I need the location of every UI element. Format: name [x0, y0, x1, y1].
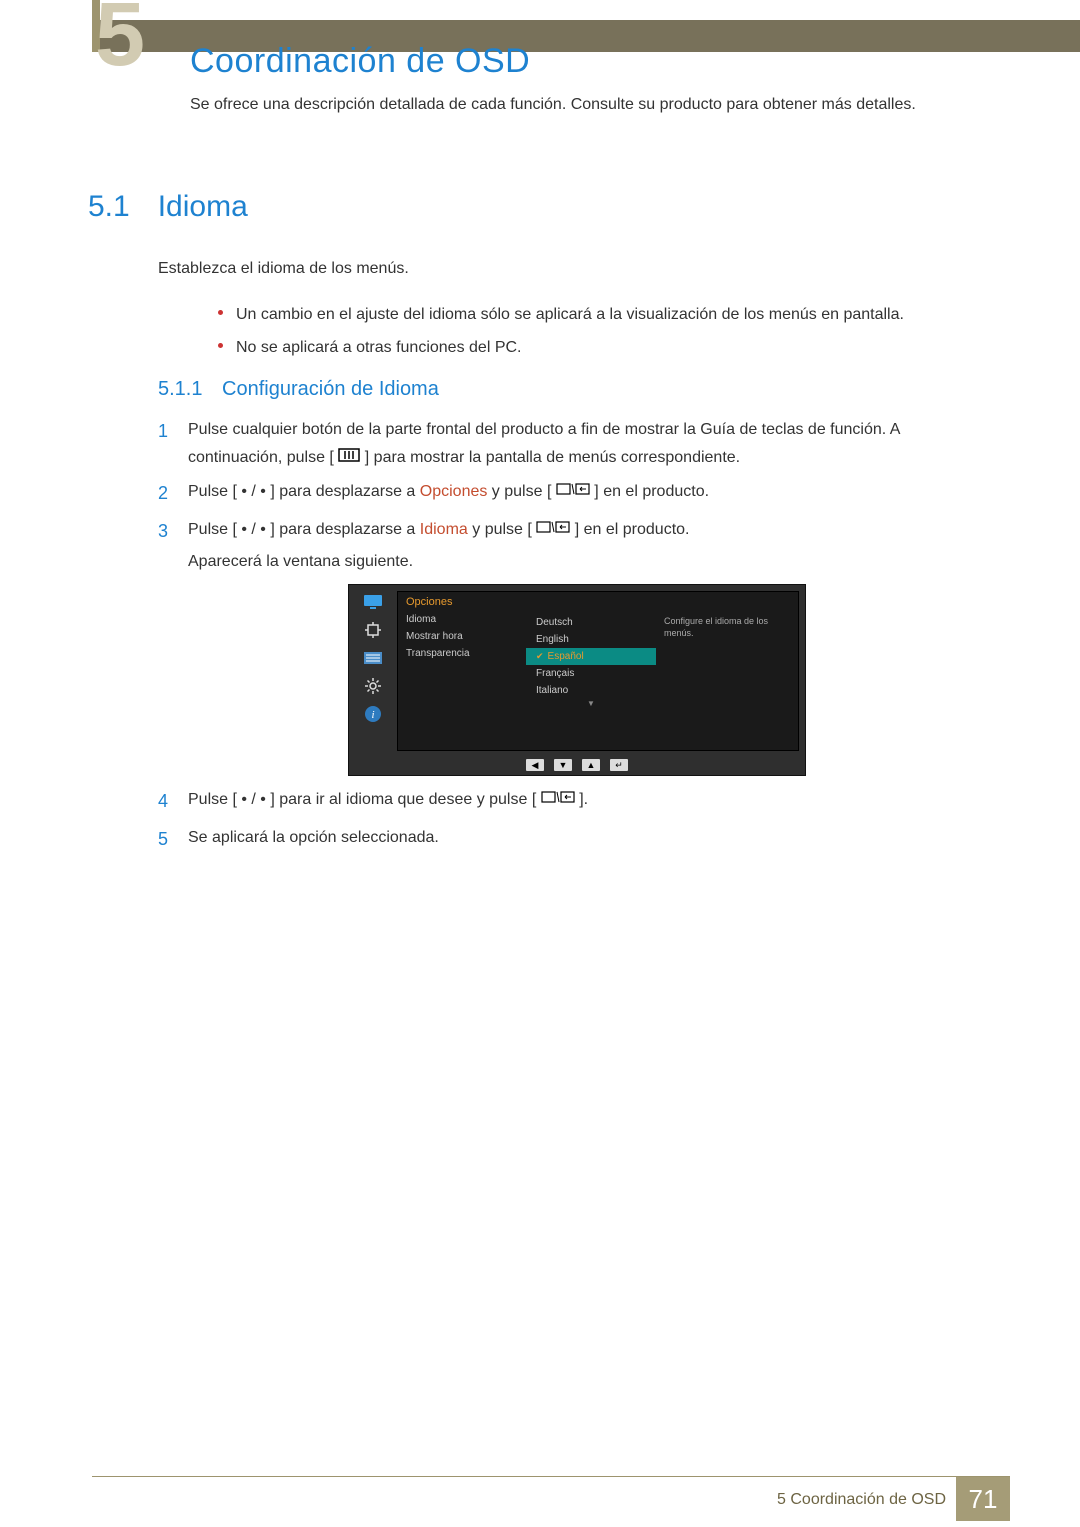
enter-arrow-icon: ↵ [610, 759, 628, 771]
footer-label: 5 Coordinación de OSD [777, 1491, 946, 1509]
osd-preview: i Opciones Idioma Mostrar hora Transpare… [348, 584, 806, 776]
step-3: 3 Pulse [ • / • ] para desplazarse a Idi… [158, 516, 980, 576]
footer-divider [92, 1476, 1010, 1477]
bullet-list: Un cambio en el ajuste del idioma sólo s… [158, 302, 980, 361]
steps-list: 1 Pulse cualquier botón de la parte fron… [158, 416, 980, 582]
step-2: 2 Pulse [ • / • ] para desplazarse a Opc… [158, 478, 980, 510]
menu-icon [338, 444, 360, 472]
enter-icon [541, 786, 575, 814]
step-body: Pulse cualquier botón de la parte fronta… [188, 416, 980, 472]
step-number: 4 [158, 786, 172, 818]
language-option-selected: Español [526, 648, 656, 665]
highlight-opciones: Opciones [420, 483, 488, 500]
step-number: 1 [158, 416, 172, 472]
section-lead: Establezca el idioma de los menús. [158, 256, 980, 282]
osd-language-column: Deutsch English Español Français Italian… [526, 610, 656, 750]
left-arrow-icon: ◀ [526, 759, 544, 771]
step-number: 3 [158, 516, 172, 576]
step-body: Pulse [ • / • ] para ir al idioma que de… [188, 786, 980, 818]
up-arrow-icon: ▲ [582, 759, 600, 771]
step-body: Pulse [ • / • ] para desplazarse a Idiom… [188, 516, 980, 576]
subsection-title: Configuración de Idioma [222, 378, 439, 400]
osd-menu-column: Idioma Mostrar hora Transparencia [398, 610, 526, 750]
language-option: Deutsch [526, 614, 656, 631]
step-number: 2 [158, 478, 172, 510]
enter-icon [536, 516, 570, 544]
enter-icon [556, 478, 590, 506]
more-indicator: ▼ [526, 699, 656, 708]
osd-menu-item: Transparencia [406, 648, 526, 659]
osd-menu-item: Mostrar hora [406, 631, 526, 642]
osd-controls: ◀ ▼ ▲ ↵ [349, 759, 805, 771]
osd-hint: Configure el idioma de los menús. [656, 610, 798, 750]
info-icon: i [362, 703, 384, 725]
page-number: 71 [956, 1477, 1010, 1521]
section-heading: 5.1 Idioma [88, 190, 248, 224]
page: 5 Coordinación de OSD Se ofrece una desc… [0, 0, 1080, 1527]
language-option: Italiano [526, 682, 656, 699]
language-option: Français [526, 665, 656, 682]
osd-menu-item: Idioma [406, 614, 526, 625]
svg-text:i: i [371, 709, 374, 721]
step-body: Pulse [ • / • ] para desplazarse a Opcio… [188, 478, 980, 510]
osd-sidebar-icons: i [355, 591, 391, 725]
subsection-number: 5.1.1 [158, 378, 202, 400]
down-arrow-icon: ▼ [554, 759, 572, 771]
section-body: Establezca el idioma de los menús. Un ca… [158, 256, 980, 369]
steps-list-continued: 4 Pulse [ • / • ] para ir al idioma que … [158, 786, 980, 861]
section-title: Idioma [158, 190, 248, 224]
osd-panel: Opciones Idioma Mostrar hora Transparenc… [397, 591, 799, 751]
chapter-title: Coordinación de OSD [190, 42, 530, 81]
step-body: Se aplicará la opción seleccionada. [188, 824, 980, 856]
chapter-number: 5 [95, 0, 145, 80]
section-number: 5.1 [88, 190, 130, 224]
step-4: 4 Pulse [ • / • ] para ir al idioma que … [158, 786, 980, 818]
monitor-icon [362, 591, 384, 613]
highlight-idioma: Idioma [420, 521, 468, 538]
step-number: 5 [158, 824, 172, 856]
step-1: 1 Pulse cualquier botón de la parte fron… [158, 416, 980, 472]
language-option: English [526, 631, 656, 648]
osd-title: Opciones [398, 592, 798, 610]
chapter-intro: Se ofrece una descripción detallada de c… [190, 92, 980, 118]
bullet-item: No se aplicará a otras funciones del PC. [218, 335, 980, 361]
subsection-heading: 5.1.1 Configuración de Idioma [158, 378, 439, 401]
gear-icon [362, 675, 384, 697]
list-icon [362, 647, 384, 669]
bullet-item: Un cambio en el ajuste del idioma sólo s… [218, 302, 980, 328]
resize-icon [362, 619, 384, 641]
step-5: 5 Se aplicará la opción seleccionada. [158, 824, 980, 856]
